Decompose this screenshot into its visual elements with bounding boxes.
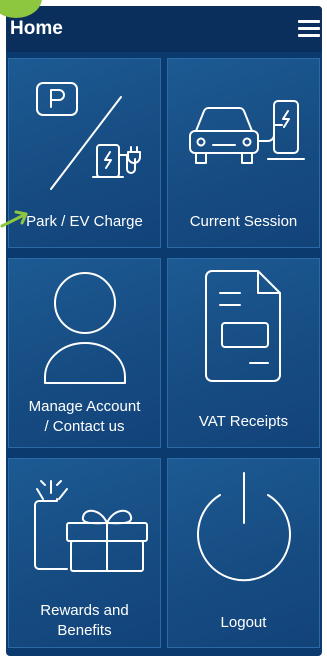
hamburger-menu-icon[interactable] xyxy=(298,20,320,38)
tile-logout[interactable]: Logout xyxy=(167,458,320,648)
tile-park-ev-charge[interactable]: Park / EV Charge xyxy=(8,58,161,248)
page-title: Home xyxy=(10,18,63,39)
tile-label-line1: Manage Account xyxy=(28,398,141,415)
tile-manage-account[interactable]: Manage Account / Contact us xyxy=(8,258,161,448)
tile-label-line1: Rewards and xyxy=(40,602,129,619)
tile-label: Logout xyxy=(220,614,267,631)
tile-vat-receipts[interactable]: VAT Receipts xyxy=(167,258,320,448)
tile-label: Current Session xyxy=(189,213,298,230)
tile-label: VAT Receipts xyxy=(198,413,289,430)
tile-label-line2: Benefits xyxy=(57,622,112,639)
tile-label-line2: / Contact us xyxy=(44,418,125,435)
pointer-arrow-icon xyxy=(0,210,28,228)
app-header: Home xyxy=(6,6,322,52)
tile-rewards-benefits[interactable]: Rewards and Benefits xyxy=(8,458,161,648)
tile-current-session[interactable]: Current Session xyxy=(167,58,320,248)
tile-label: Park / EV Charge xyxy=(26,213,143,230)
app-screen: Home Park / EV Charge Current Session Ma… xyxy=(6,6,322,656)
